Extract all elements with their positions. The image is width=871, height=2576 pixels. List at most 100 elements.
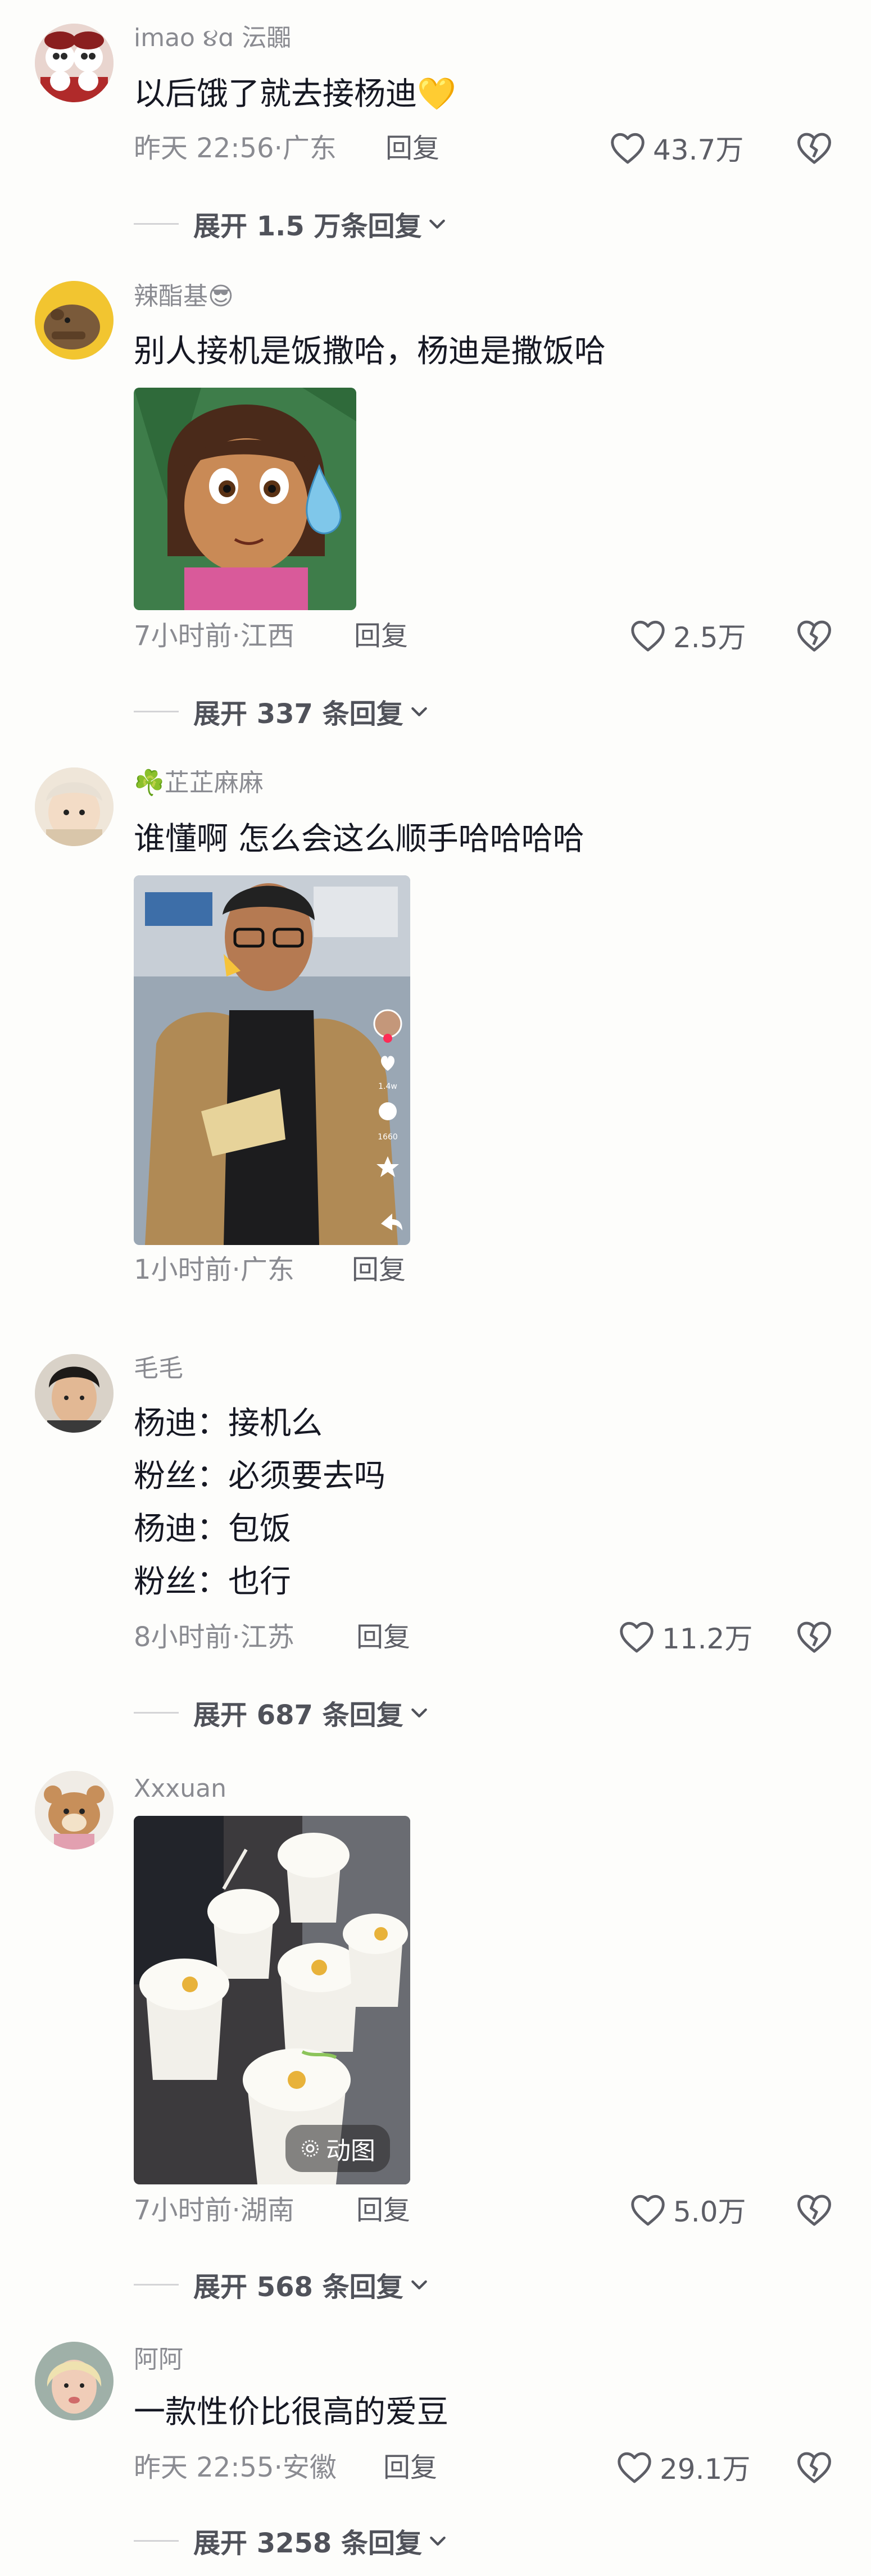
expand-label: 展开 3258 条回复 (193, 2528, 423, 2559)
broken-heart-icon[interactable] (796, 1619, 833, 1654)
timestamp: 昨天 22:55 (134, 2452, 274, 2483)
separator: · (274, 2452, 283, 2483)
username[interactable]: 毛毛 (134, 1356, 183, 1381)
comment-text: 以后饿了就去接杨迪💛 (134, 79, 456, 110)
like-count: 5.0万 (673, 2196, 746, 2228)
chevron-down-icon (411, 1708, 427, 1718)
like-button[interactable]: 2.5万 (629, 616, 746, 655)
like-count: 2.5万 (673, 621, 746, 654)
like-button[interactable]: 43.7万 (609, 128, 743, 167)
comment-meta: 7小时前·江西 (134, 623, 294, 649)
heart-outline-icon (631, 2195, 665, 2226)
username[interactable]: Xxxuan (134, 1777, 226, 1801)
heart-outline-icon (618, 2452, 651, 2483)
reply-button[interactable]: 回复 (356, 2197, 410, 2224)
avatar[interactable] (35, 24, 114, 102)
username-text: 辣酯基 (134, 282, 208, 311)
avatar[interactable] (35, 767, 114, 846)
timestamp: 7小时前 (134, 620, 232, 652)
separator: · (232, 1254, 241, 1285)
comment-line: 粉丝：必须要去吗 (134, 1458, 385, 1494)
like-button[interactable]: 11.2万 (618, 1617, 752, 1656)
comment-text: 一款性价比很高的爱豆 (134, 2394, 448, 2430)
like-count: 43.7万 (653, 134, 744, 166)
like-button[interactable]: 29.1万 (616, 2447, 750, 2487)
timestamp: 昨天 22:56 (134, 133, 274, 164)
comment-text-content: 以后饿了就去接杨迪 (134, 76, 417, 112)
location: 广东 (240, 1254, 294, 1285)
location: 江西 (240, 620, 294, 652)
expand-replies-button[interactable]: 展开 568 条回复 (134, 2268, 430, 2303)
live-photo-badge: 动图 (285, 2125, 390, 2172)
divider (134, 710, 179, 712)
expand-label: 展开 337 条回复 (193, 698, 403, 730)
broken-heart-icon[interactable] (796, 130, 833, 165)
reply-button[interactable]: 回复 (383, 2454, 437, 2481)
heart-outline-icon (631, 620, 665, 652)
divider (134, 1711, 179, 1714)
divider (134, 2283, 179, 2286)
comment-video-thumbnail[interactable]: 1.4w 1660 (134, 875, 410, 1245)
like-count: 29.1万 (660, 2453, 751, 2486)
chevron-down-icon (411, 2280, 427, 2289)
avatar[interactable] (35, 1354, 114, 1433)
avatar[interactable] (35, 1771, 114, 1850)
location: 湖南 (240, 2195, 294, 2226)
like-button[interactable]: 5.0万 (629, 2190, 746, 2229)
divider (134, 2539, 179, 2542)
expand-replies-button[interactable]: 展开 337 条回复 (134, 694, 430, 730)
video-comment-count: 1660 (378, 1133, 398, 1142)
avatar[interactable] (35, 2342, 114, 2420)
comment-meta: 7小时前·湖南 (134, 2197, 294, 2224)
separator: · (274, 133, 283, 164)
comment-meta: 8小时前·江苏 (134, 1624, 294, 1651)
comment-image[interactable]: 动图 (134, 1816, 410, 2184)
comment-meta: 昨天 22:55·安徽 (134, 2454, 337, 2481)
separator: · (232, 1621, 241, 1653)
username[interactable]: 辣酯基😎 (134, 284, 234, 309)
expand-replies-button[interactable]: 展开 3258 条回复 (134, 2524, 449, 2559)
heart-outline-icon (611, 133, 645, 164)
separator: · (232, 2195, 241, 2226)
username[interactable]: ☘️芷芷麻麻 (134, 771, 264, 796)
comment-image[interactable] (134, 388, 356, 610)
comment-line: 杨迪：包饭 (134, 1511, 291, 1547)
location: 安徽 (282, 2452, 337, 2483)
expand-label: 展开 687 条回复 (193, 1700, 403, 1731)
comment-text: 别人接机是饭撒哈，杨迪是撒饭哈 (134, 333, 606, 370)
broken-heart-icon[interactable] (796, 2450, 833, 2484)
comment-line: 粉丝：也行 (134, 1564, 291, 1600)
reply-button[interactable]: 回复 (356, 1624, 410, 1651)
video-like-count: 1.4w (378, 1082, 397, 1091)
avatar[interactable] (35, 281, 114, 360)
comment-meta: 1小时前·广东 (134, 1256, 294, 1283)
chevron-down-icon (429, 219, 446, 229)
timestamp: 1小时前 (134, 1254, 232, 1285)
expand-replies-button[interactable]: 展开 1.5 万条回复 (134, 207, 448, 242)
reply-button[interactable]: 回复 (385, 135, 439, 162)
comment-meta: 昨天 22:56·广东 (134, 135, 337, 162)
emoji: 💛 (417, 76, 456, 112)
location: 广东 (282, 133, 337, 164)
expand-replies-button[interactable]: 展开 687 条回复 (134, 1696, 430, 1731)
badge-label: 动图 (326, 2137, 375, 2165)
username-text: 芷芷麻麻 (164, 769, 264, 797)
timestamp: 7小时前 (134, 2195, 232, 2226)
chevron-down-icon (430, 2536, 446, 2546)
reply-button[interactable]: 回复 (354, 623, 408, 649)
username[interactable]: imao ૪ɑ 沄嚻 (134, 26, 291, 51)
heart-outline-icon (620, 1621, 654, 1653)
live-photo-icon (302, 2140, 319, 2157)
reply-button[interactable]: 回复 (352, 1256, 406, 1283)
chevron-down-icon (411, 707, 427, 716)
broken-heart-icon[interactable] (796, 2192, 833, 2227)
shamrock-icon: ☘️ (134, 769, 165, 797)
username-emoji: 😎 (208, 282, 234, 311)
username[interactable]: 阿阿 (134, 2347, 183, 2372)
expand-label: 展开 1.5 万条回复 (193, 211, 422, 242)
separator: · (232, 620, 241, 652)
broken-heart-icon[interactable] (796, 618, 833, 653)
expand-label: 展开 568 条回复 (193, 2271, 403, 2303)
comment-text: 谁懂啊 怎么会这么顺手哈哈哈哈 (134, 821, 584, 857)
location: 江苏 (240, 1621, 294, 1653)
